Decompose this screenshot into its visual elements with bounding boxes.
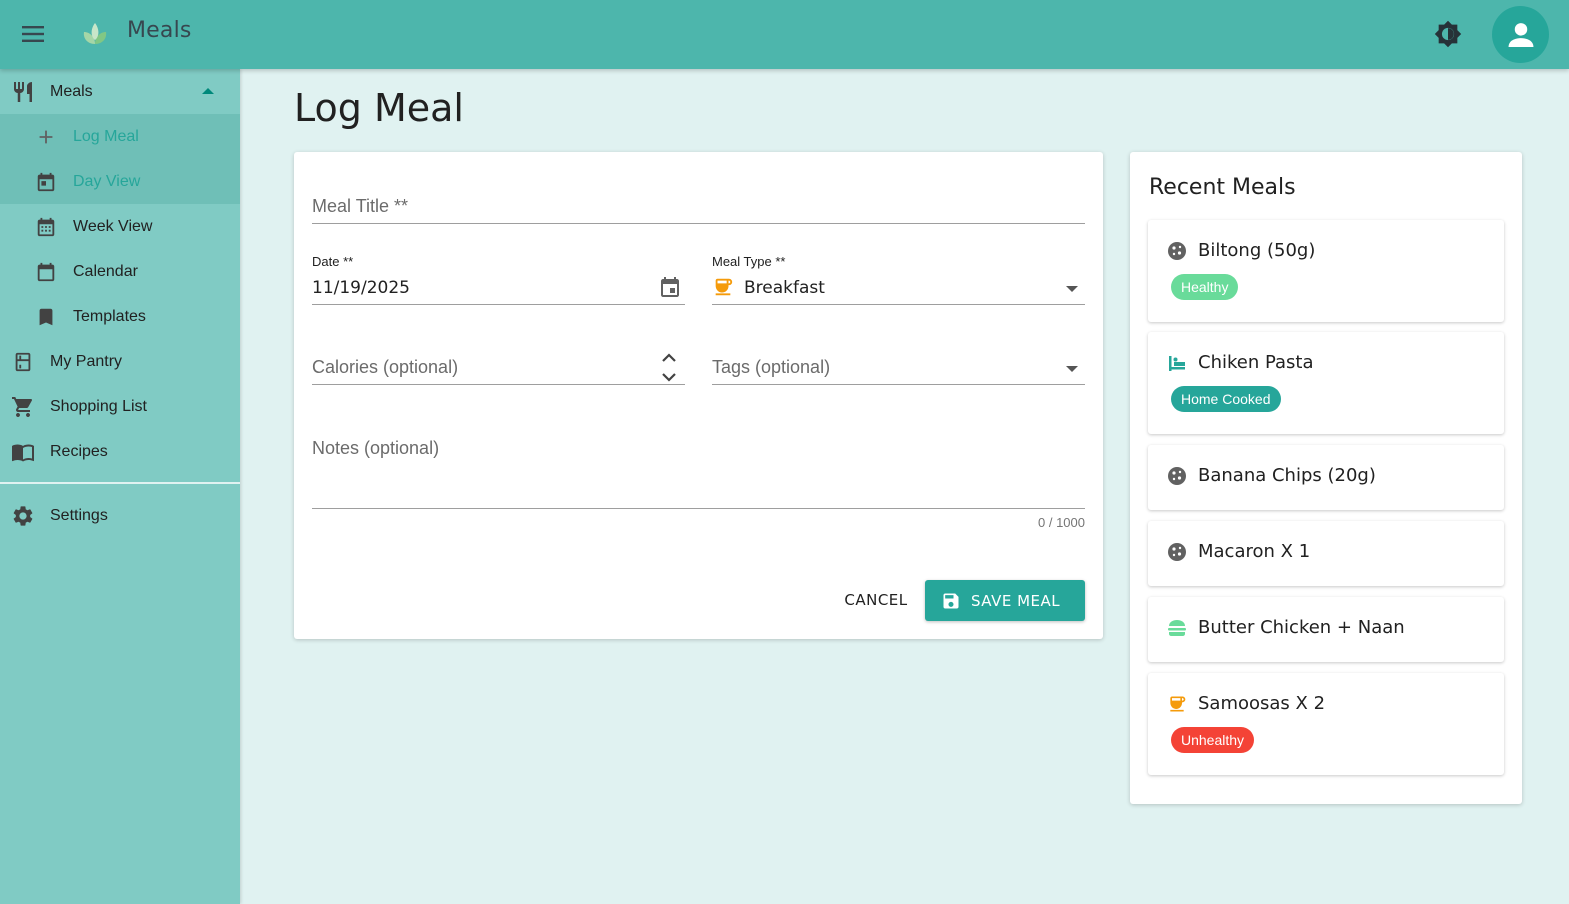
meal-title-placeholder: Meal Title **	[312, 196, 409, 216]
tag-chip-healthy: Healthy	[1171, 274, 1239, 300]
date-label: Date **	[312, 254, 354, 269]
cart-icon	[10, 394, 36, 420]
save-meal-label: SAVE MEAL	[971, 591, 1061, 610]
notes-textarea[interactable]: Notes (optional)	[312, 432, 1085, 509]
calendar-day-icon	[33, 169, 59, 195]
caret-up-icon	[202, 88, 214, 94]
sidebar-item-recipes[interactable]: Recipes	[0, 429, 240, 474]
breakfast-icon	[712, 276, 734, 303]
gear-icon	[10, 503, 36, 529]
recent-meal-item[interactable]: Chiken Pasta Home Cooked	[1148, 332, 1504, 434]
book-icon	[10, 439, 36, 465]
sidebar-item-label: My Pantry	[50, 352, 123, 370]
floppy-disk-icon	[943, 593, 959, 608]
cancel-button[interactable]: CANCEL	[832, 580, 920, 620]
sidebar-item-label: Meals	[50, 82, 93, 100]
meal-title-field[interactable]: Meal Title **	[312, 192, 1085, 224]
meal-name: Macaron X 1	[1198, 541, 1311, 562]
recent-meal-item[interactable]: Macaron X 1	[1148, 521, 1504, 586]
page-title: Log Meal	[294, 86, 464, 130]
notes-char-counter: 0 / 1000	[1038, 515, 1085, 530]
pantry-icon	[10, 349, 36, 375]
restaurant-icon	[10, 79, 36, 105]
date-field[interactable]: Date ** 11/19/2025	[312, 254, 685, 305]
sidebar-divider	[0, 482, 240, 484]
sidebar-item-label: Week View	[73, 217, 153, 235]
calendar-icon	[33, 259, 59, 285]
sidebar-item-label: Recipes	[50, 442, 108, 460]
dropdown-arrow-icon	[1066, 366, 1078, 372]
sidebar-item-settings[interactable]: Settings	[0, 493, 240, 538]
notes-placeholder: Notes (optional)	[312, 438, 440, 458]
dinner-icon	[1166, 352, 1188, 374]
sidebar-item-templates[interactable]: Templates	[0, 294, 240, 339]
breakfast-icon	[1166, 693, 1188, 715]
bookmark-icon	[33, 304, 59, 330]
number-stepper-icon[interactable]	[660, 352, 678, 389]
leaf-logo-icon	[83, 23, 107, 44]
sidebar: Meals Log Meal Day View Week View Calend…	[0, 69, 240, 904]
sidebar-item-label: Calendar	[73, 262, 138, 280]
save-meal-button[interactable]: SAVE MEAL	[925, 580, 1085, 621]
sidebar-item-label: Templates	[73, 307, 146, 325]
sidebar-item-label: Log Meal	[73, 127, 139, 145]
meal-type-select[interactable]: Meal Type ** Breakfast	[712, 254, 1085, 305]
tags-select[interactable]: Tags (optional)	[712, 350, 1085, 385]
calendar-icon[interactable]	[658, 274, 682, 305]
sidebar-item-shopping-list[interactable]: Shopping List	[0, 384, 240, 429]
sidebar-item-day-view[interactable]: Day View	[0, 159, 240, 204]
dropdown-arrow-icon	[1066, 286, 1078, 292]
cookie-icon	[1166, 240, 1188, 262]
sidebar-item-week-view[interactable]: Week View	[0, 204, 240, 249]
recent-meal-item[interactable]: Samoosas X 2 Unhealthy	[1148, 673, 1504, 775]
hamburger-menu-icon	[22, 26, 44, 42]
sidebar-item-label: Day View	[73, 172, 141, 190]
brightness-icon	[1434, 20, 1462, 48]
cookie-icon	[1166, 541, 1188, 563]
sidebar-item-label: Shopping List	[50, 397, 147, 415]
tag-chip-home-cooked: Home Cooked	[1171, 386, 1281, 412]
recent-meals-title: Recent Meals	[1149, 175, 1296, 200]
meal-type-label: Meal Type **	[712, 254, 786, 269]
sidebar-item-log-meal[interactable]: Log Meal	[0, 114, 240, 159]
tags-placeholder: Tags (optional)	[712, 357, 831, 377]
theme-toggle-button[interactable]	[1428, 14, 1468, 54]
meal-name: Chiken Pasta	[1198, 352, 1314, 373]
app-title: Meals	[127, 18, 192, 43]
meal-name: Biltong (50g)	[1198, 240, 1316, 261]
sidebar-item-label: Settings	[50, 506, 108, 524]
recent-meals-panel: Recent Meals Biltong (50g) Healthy Chike…	[1130, 152, 1522, 804]
app-bar: Meals	[0, 0, 1569, 69]
user-avatar[interactable]	[1492, 6, 1549, 63]
sidebar-item-meals[interactable]: Meals	[0, 69, 240, 114]
sidebar-item-my-pantry[interactable]: My Pantry	[0, 339, 240, 384]
recent-meal-item[interactable]: Banana Chips (20g)	[1148, 445, 1504, 510]
calories-placeholder: Calories (optional)	[312, 357, 459, 377]
calories-input[interactable]: Calories (optional)	[312, 350, 685, 385]
meal-name: Samoosas X 2	[1198, 693, 1326, 714]
meal-type-value: Breakfast	[744, 278, 825, 298]
calendar-week-icon	[33, 214, 59, 240]
cookie-icon	[1166, 465, 1188, 487]
recent-meal-item[interactable]: Butter Chicken + Naan	[1148, 597, 1504, 662]
tag-chip-unhealthy: Unhealthy	[1171, 727, 1255, 753]
meal-name: Butter Chicken + Naan	[1198, 617, 1405, 638]
plus-icon	[33, 124, 59, 150]
person-icon	[1508, 22, 1533, 47]
sidebar-item-calendar[interactable]: Calendar	[0, 249, 240, 294]
date-value: 11/19/2025	[312, 278, 410, 298]
log-meal-form: Meal Title ** Date ** 11/19/2025 Meal Ty…	[294, 152, 1103, 639]
meal-name: Banana Chips (20g)	[1198, 465, 1376, 486]
lunch-icon	[1166, 617, 1188, 639]
recent-meal-item[interactable]: Biltong (50g) Healthy	[1148, 220, 1504, 322]
menu-button[interactable]	[14, 15, 52, 53]
